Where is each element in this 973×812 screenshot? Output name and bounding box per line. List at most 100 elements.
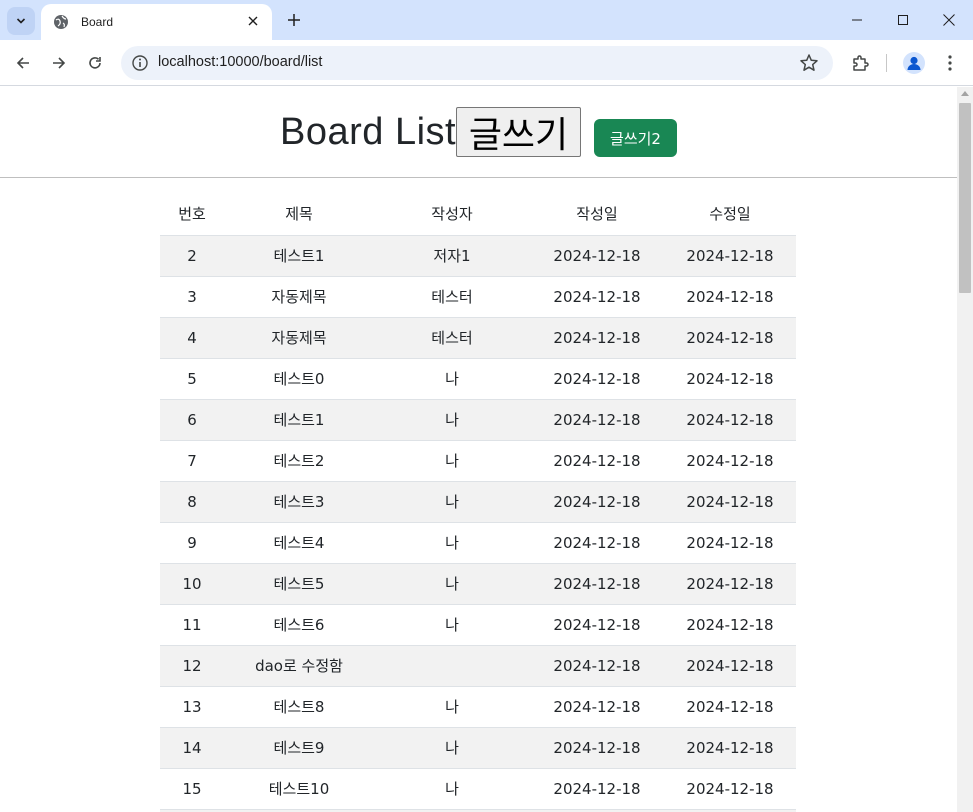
reload-icon [89,57,101,69]
tab-title: Board [81,15,114,29]
cell-title[interactable]: 테스트8 [224,686,374,728]
table-row[interactable]: 10 테스트5 나 2024-12-18 2024-12-18 [160,563,796,605]
back-button[interactable] [9,49,37,77]
new-tab-button[interactable] [282,8,306,32]
cell-number: 13 [160,686,224,728]
cell-created: 2024-12-18 [530,235,664,277]
table-row[interactable]: 3 자동제목 테스터 2024-12-18 2024-12-18 [160,276,796,318]
table-row[interactable]: 7 테스트2 나 2024-12-18 2024-12-18 [160,440,796,482]
table-row[interactable]: 12 dao로 수정함 2024-12-18 2024-12-18 [160,645,796,687]
cell-number: 5 [160,358,224,400]
close-window-button[interactable] [926,0,972,40]
arrow-left-icon [16,57,29,69]
column-header-writer: 작성자 [374,193,530,236]
cell-title[interactable]: 테스트2 [224,440,374,482]
cell-writer: 테스터 [374,317,530,359]
cell-created: 2024-12-18 [530,276,664,318]
table-row[interactable]: 13 테스트8 나 2024-12-18 2024-12-18 [160,686,796,728]
write-button[interactable]: 글쓰기 [456,107,581,157]
column-header-updated: 수정일 [664,193,796,236]
url-text[interactable]: localhost:10000/board/list [158,54,322,70]
page-scrollbar[interactable] [957,87,973,812]
cell-updated: 2024-12-18 [664,522,796,564]
puzzle-icon [853,55,869,71]
cell-title[interactable]: 테스트6 [224,604,374,646]
tab-close-icon[interactable] [244,15,262,30]
cell-title[interactable]: 테스트10 [224,768,374,810]
cell-created: 2024-12-18 [530,686,664,728]
cell-writer: 테스터 [374,276,530,318]
kebab-menu-icon [948,55,952,71]
browser-titlebar: Board [0,0,973,40]
table-row[interactable]: 4 자동제목 테스터 2024-12-18 2024-12-18 [160,317,796,359]
table-row[interactable]: 14 테스트9 나 2024-12-18 2024-12-18 [160,727,796,769]
cell-title[interactable]: 테스트1 [224,235,374,277]
table-row[interactable]: 2 테스트1 저자1 2024-12-18 2024-12-18 [160,235,796,277]
forward-button[interactable] [45,49,73,77]
table-row[interactable]: 8 테스트3 나 2024-12-18 2024-12-18 [160,481,796,523]
cell-writer: 나 [374,686,530,728]
cell-updated: 2024-12-18 [664,686,796,728]
scroll-up-arrow-icon[interactable] [961,91,969,96]
address-bar[interactable]: localhost:10000/board/list [121,46,833,80]
write2-button[interactable]: 글쓰기2 [594,119,677,157]
cell-title[interactable]: 테스트0 [224,358,374,400]
info-icon[interactable] [131,54,149,72]
cell-updated: 2024-12-18 [664,727,796,769]
cell-created: 2024-12-18 [530,645,664,687]
cell-writer: 저자1 [374,235,530,277]
cell-created: 2024-12-18 [530,563,664,605]
toolbar-separator [886,54,887,72]
table-row[interactable]: 5 테스트0 나 2024-12-18 2024-12-18 [160,358,796,400]
cell-updated: 2024-12-18 [664,317,796,359]
column-header-number: 번호 [160,193,224,236]
cell-title[interactable]: 자동제목 [224,276,374,318]
cell-number: 3 [160,276,224,318]
maximize-button[interactable] [880,0,926,40]
minimize-button[interactable] [834,0,880,40]
cell-updated: 2024-12-18 [664,645,796,687]
cell-number: 12 [160,645,224,687]
cell-number: 7 [160,440,224,482]
cell-created: 2024-12-18 [530,317,664,359]
browser-toolbar: localhost:10000/board/list [0,40,973,86]
extensions-button[interactable] [846,49,874,77]
person-icon [907,56,921,70]
table-row[interactable]: 9 테스트4 나 2024-12-18 2024-12-18 [160,522,796,564]
cell-writer: 나 [374,399,530,441]
cell-title[interactable]: 테스트4 [224,522,374,564]
cell-created: 2024-12-18 [530,481,664,523]
cell-title[interactable]: 테스트3 [224,481,374,523]
arrow-right-icon [53,57,66,69]
cell-writer: 나 [374,604,530,646]
cell-title[interactable]: 테스트9 [224,727,374,769]
cell-title[interactable]: dao로 수정함 [224,645,374,687]
browser-tab-active[interactable]: Board [41,4,272,40]
close-icon [248,16,258,25]
column-header-title: 제목 [224,193,374,236]
table-row[interactable]: 11 테스트6 나 2024-12-18 2024-12-18 [160,604,796,646]
table-row[interactable]: 6 테스트1 나 2024-12-18 2024-12-18 [160,399,796,441]
cell-number: 6 [160,399,224,441]
cell-number: 11 [160,604,224,646]
cell-number: 15 [160,768,224,810]
cell-writer: 나 [374,522,530,564]
cell-writer [374,645,530,687]
cell-updated: 2024-12-18 [664,440,796,482]
browser-menu-button[interactable] [936,49,964,77]
reload-button[interactable] [81,49,109,77]
scroll-thumb[interactable] [959,103,971,293]
cell-updated: 2024-12-18 [664,481,796,523]
table-header-row: 번호 제목 작성자 작성일 수정일 [160,193,796,236]
plus-icon [288,14,300,26]
cell-title[interactable]: 테스트5 [224,563,374,605]
cell-updated: 2024-12-18 [664,235,796,277]
tab-search-button[interactable] [7,7,35,35]
table-row[interactable]: 15 테스트10 나 2024-12-18 2024-12-18 [160,768,796,810]
column-header-created: 작성일 [530,193,664,236]
star-icon[interactable] [799,53,819,73]
cell-title[interactable]: 자동제목 [224,317,374,359]
cell-title[interactable]: 테스트1 [224,399,374,441]
profile-avatar[interactable] [903,52,925,74]
cell-writer: 나 [374,727,530,769]
